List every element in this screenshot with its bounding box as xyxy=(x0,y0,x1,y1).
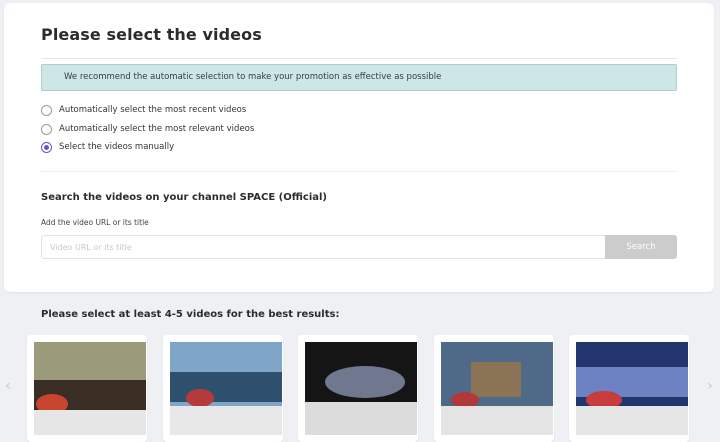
option-label: Automatically select the most relevant v… xyxy=(59,124,255,134)
video-card[interactable] xyxy=(27,335,147,442)
radio-recent-videos[interactable] xyxy=(41,104,52,116)
video-thumbnail-4 xyxy=(441,342,553,435)
section-divider xyxy=(41,171,677,172)
page-title: Please select the videos xyxy=(41,25,262,44)
option-label: Select the videos manually xyxy=(59,142,175,152)
option-recent-videos[interactable]: Automatically select the most recent vid… xyxy=(41,103,246,117)
chevron-left-icon[interactable]: ‹ xyxy=(2,376,14,396)
search-button[interactable]: Search xyxy=(605,235,677,259)
radio-manual-selection[interactable] xyxy=(41,141,52,153)
videos-section-title: Please select at least 4-5 videos for th… xyxy=(41,309,340,320)
video-selection-card: Please select the videos We recommend th… xyxy=(4,3,714,292)
video-thumbnail-2 xyxy=(170,342,282,435)
video-card[interactable] xyxy=(163,335,283,442)
chevron-right-icon[interactable]: › xyxy=(704,376,716,396)
video-thumbnail-3 xyxy=(305,342,417,435)
option-manual-selection[interactable]: Select the videos manually xyxy=(41,140,174,154)
video-card[interactable] xyxy=(298,335,418,442)
recommendation-alert: We recommend the automatic selection to … xyxy=(41,64,677,91)
option-relevant-videos[interactable]: Automatically select the most relevant v… xyxy=(41,122,254,136)
video-card[interactable] xyxy=(569,335,689,442)
radio-relevant-videos[interactable] xyxy=(41,123,52,135)
video-search-input[interactable] xyxy=(41,235,605,259)
search-field-label: Add the video URL or its title xyxy=(41,218,149,227)
video-card[interactable] xyxy=(434,335,554,442)
option-label: Automatically select the most recent vid… xyxy=(59,105,247,115)
title-divider xyxy=(41,58,677,59)
video-thumbnail-5 xyxy=(576,342,688,435)
video-thumbnail-1 xyxy=(34,342,146,435)
search-section-title: Search the videos on your channel SPACE … xyxy=(41,192,327,203)
